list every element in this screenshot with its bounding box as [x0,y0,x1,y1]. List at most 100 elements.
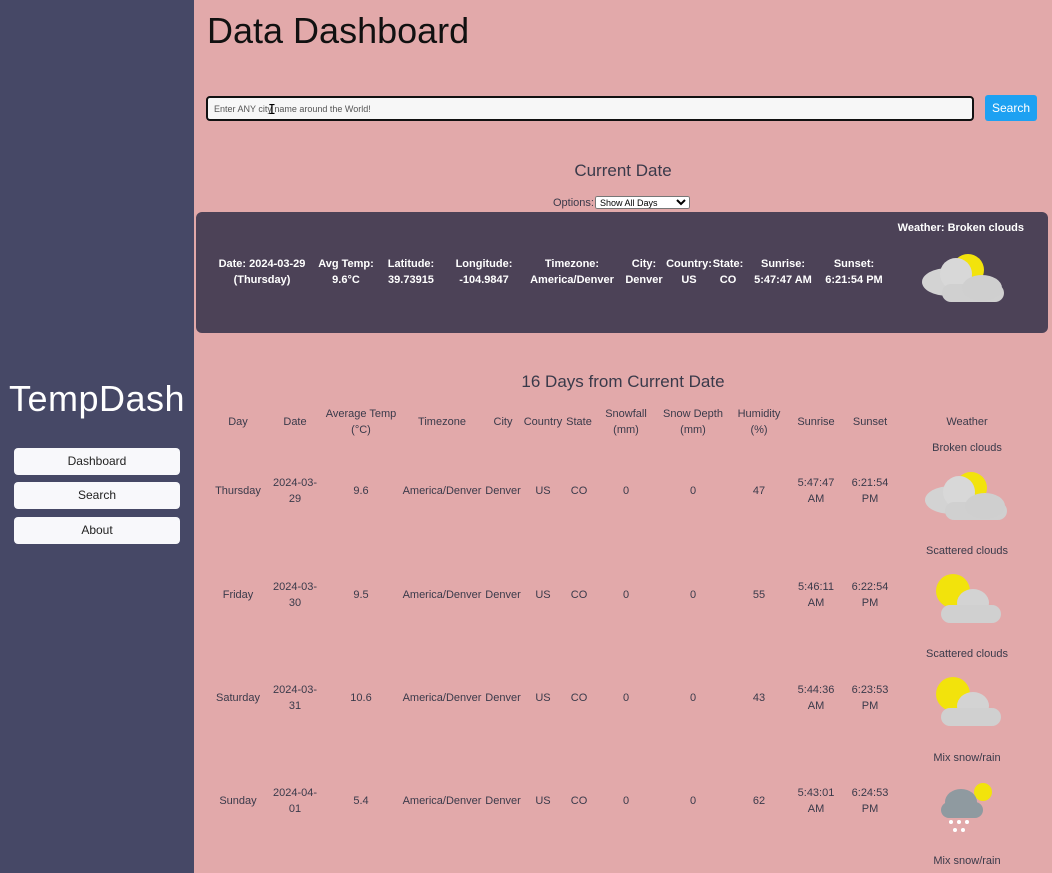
field-label: Longitude: [455,258,513,270]
page-title: Data Dashboard [207,10,470,51]
weather-label: Scattered clouds [926,648,1008,660]
cell-line: PM [861,493,879,505]
header-line2: (°C) [351,424,371,436]
field-label: State: [712,258,744,270]
table-cell: 6:24:53 PM [845,785,895,817]
table-cell: 2024-03- 29 [270,475,320,507]
cell-line: 5:47:47 [797,477,835,489]
field-value: 39.73915 [388,274,434,286]
nav-about-button[interactable]: About [14,517,180,544]
current-country-field: Country: US [666,256,712,288]
table-cell: 10.6 [350,692,372,704]
field-label: Sunset: [833,258,875,270]
header-line1: Snowfall [605,408,647,420]
table-cell: 47 [752,485,766,497]
header-sunrise: Sunrise [791,414,841,430]
field-label: Date: 2024-03-29 [218,258,306,270]
city-search-input[interactable] [206,96,974,121]
forecast-heading: 16 Days from Current Date [521,372,725,391]
table-cell: CO [570,589,588,601]
cell-line: 2024-03- [272,477,318,489]
table-cell: 6:21:54 PM [845,475,895,507]
current-avg-temp-field: Avg Temp: 9.6°C [316,256,376,288]
table-cell: Thursday [215,485,261,497]
table-cell: 0 [689,589,697,601]
header-weather: Weather [927,414,1007,430]
table-cell: 2024-03- 31 [270,682,320,714]
field-value: America/Denver [530,274,614,286]
scattered-clouds-icon [936,677,1001,726]
field-label: Sunrise: [760,258,805,270]
table-cell: 5.4 [353,795,369,807]
table-cell: 6:23:53 PM [845,682,895,714]
current-sunset-field: Sunset: 6:21:54 PM [822,256,886,288]
cell-line: 2024-04- [272,787,318,799]
main-content: Data Dashboard I Search Current Date Opt… [194,0,1052,873]
current-weather-label: Weather: Broken clouds [897,222,1024,234]
table-cell: CO [570,692,588,704]
table-cell: CO [570,485,588,497]
header-line1: Date [283,416,307,428]
table-cell: America/Denver [402,795,482,807]
current-city-field: City: Denver [622,256,666,288]
table-cell: US [535,589,551,601]
header-line1: Snow Depth [663,408,723,420]
cell-line: PM [861,700,879,712]
header-line1: Weather [946,416,988,428]
cell-line: AM [807,803,825,815]
table-cell: US [535,485,551,497]
header-line1: Average Temp [325,408,397,420]
field-label: City: [631,258,657,270]
cell-line: 6:21:54 [851,477,889,489]
table-cell: 6:22:54 PM [845,579,895,611]
current-date-field: Date: 2024-03-29 (Thursday) [210,256,314,288]
header-line1: Humidity [737,408,781,420]
cell-line: 6:24:53 [851,787,889,799]
table-cell: 0 [689,692,697,704]
header-date: Date [270,414,320,430]
table-cell: Friday [222,589,254,601]
options-select[interactable]: Show All Days [594,196,690,209]
cell-line: 2024-03- [272,581,318,593]
table-cell: 43 [752,692,766,704]
table-cell: 2024-04- 01 [270,785,320,817]
header-line2: (mm) [680,424,706,436]
field-value: US [681,274,697,286]
current-date-heading: Current Date [574,161,672,180]
table-cell: 0 [622,692,630,704]
nav-dashboard-button[interactable]: Dashboard [14,448,180,475]
cell-line: 31 [288,700,302,712]
table-cell: Sunday [219,795,257,807]
current-weather-card: Weather: Broken clouds Date: 2024-03-29 … [196,212,1048,333]
current-sunrise-field: Sunrise: 5:47:47 AM [750,256,816,288]
search-button[interactable]: Search [985,95,1037,121]
table-cell: US [535,692,551,704]
current-latitude-field: Latitude: 39.73915 [382,256,440,288]
cell-line: 6:23:53 [851,684,889,696]
header-line2: (%) [750,424,768,436]
current-longitude-field: Longitude: -104.9847 [450,256,518,288]
field-value: CO [719,274,737,286]
header-snowfall: Snowfall (mm) [601,406,651,438]
table-cell: 9.6 [353,485,369,497]
table-cell: US [535,795,551,807]
field-value: -104.9847 [459,274,509,286]
nav-search-button[interactable]: Search [14,482,180,509]
table-cell: CO [570,795,588,807]
snow-rain-icon [941,783,992,832]
table-cell: 5:46:11 AM [791,579,841,611]
table-cell: 55 [752,589,766,601]
cell-line: AM [807,493,825,505]
table-cell: 5:44:36 AM [791,682,841,714]
field-label: Timezone: [544,258,600,270]
table-cell: 0 [689,795,697,807]
cell-line: 6:22:54 [851,581,889,593]
field-value: 6:21:54 PM [825,274,883,286]
cell-line: AM [807,700,825,712]
table-cell: Denver [485,795,521,807]
cell-line: 5:43:01 [797,787,835,799]
cell-line: 29 [288,493,302,505]
cell-line: 01 [288,803,302,815]
header-day: Day [208,414,268,430]
field-label: Latitude: [387,258,435,270]
